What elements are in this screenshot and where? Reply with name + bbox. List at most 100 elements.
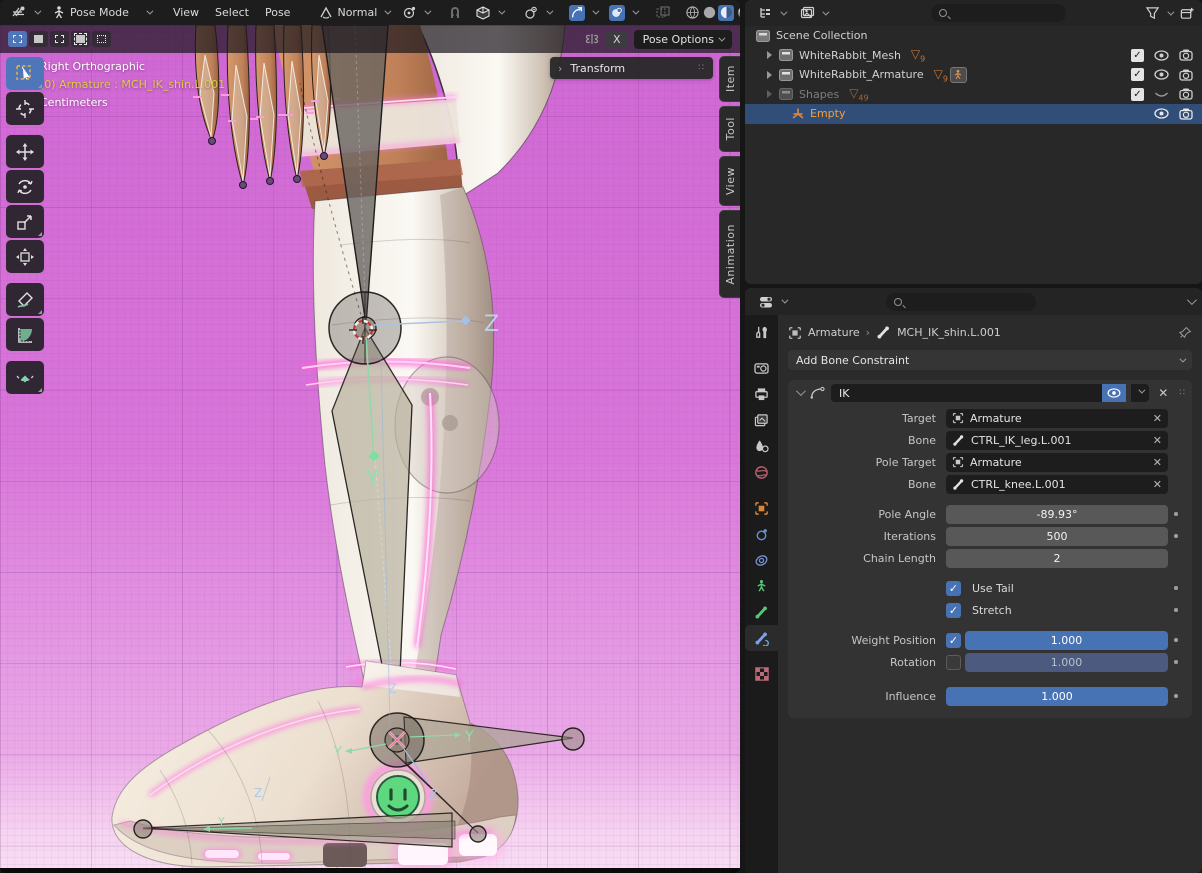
npanel-tab-tool[interactable]: Tool <box>719 106 740 152</box>
hide-eye-closed-icon[interactable] <box>1153 88 1169 101</box>
outliner-row-scene-collection[interactable]: Scene Collection <box>745 26 1202 46</box>
iterations-input[interactable]: 500 <box>946 527 1168 546</box>
weight-position-checkbox[interactable]: ✓ <box>946 633 961 648</box>
tab-armature-data[interactable] <box>745 573 778 599</box>
mode-dropdown[interactable]: Pose Mode <box>46 3 156 23</box>
rotation-checkbox[interactable] <box>946 655 961 670</box>
tab-world[interactable] <box>745 459 778 485</box>
render-camera-icon[interactable] <box>1178 49 1194 62</box>
proportional-editing-dropdown[interactable] <box>518 3 556 23</box>
properties-search-input[interactable] <box>886 293 1036 311</box>
expand-arrow-icon[interactable] <box>767 51 772 59</box>
menu-pose[interactable]: Pose <box>258 4 297 21</box>
pin-icon[interactable] <box>1179 326 1192 339</box>
snap-target-dropdown[interactable] <box>470 3 508 23</box>
tool-select-box[interactable] <box>6 57 44 90</box>
clear-icon[interactable]: ✕ <box>1153 478 1162 491</box>
knee-joint-widget[interactable] <box>329 292 401 364</box>
expand-arrow-icon[interactable] <box>767 90 772 98</box>
outliner-row-whiterabbit-armature[interactable]: WhiteRabbit_Armature ▽9 ✓ <box>745 65 1202 85</box>
pole-target-object-field[interactable]: Armature✕ <box>946 453 1168 472</box>
delete-constraint-button[interactable]: ✕ <box>1158 387 1168 399</box>
render-camera-icon[interactable] <box>1178 88 1194 101</box>
breadcrumb-object[interactable]: Armature <box>808 326 860 339</box>
select-mode-subtract[interactable] <box>50 31 69 47</box>
animate-decorator[interactable] <box>1168 534 1184 538</box>
add-bone-constraint-dropdown[interactable]: Add Bone Constraint <box>788 350 1192 370</box>
tab-output[interactable] <box>745 381 778 407</box>
outliner-row-whiterabbit-mesh[interactable]: WhiteRabbit_Mesh ▽9 ✓ <box>745 46 1202 66</box>
select-mode-intersect[interactable] <box>92 31 111 47</box>
viewport-canvas[interactable]: Z Y <box>0 25 740 873</box>
target-object-field[interactable]: Armature✕ <box>946 409 1168 428</box>
constraint-name-input[interactable]: IK <box>831 384 1102 402</box>
exclude-checkbox[interactable]: ✓ <box>1131 68 1144 81</box>
select-mode-extend[interactable] <box>29 31 48 47</box>
tool-annotate[interactable] <box>6 283 44 316</box>
outliner-search-input[interactable] <box>931 4 1066 22</box>
hide-eye-icon[interactable] <box>1153 49 1169 62</box>
pose-options-dropdown[interactable]: Pose Options <box>634 30 732 49</box>
chevron-down-icon[interactable] <box>1187 295 1197 305</box>
render-camera-icon[interactable] <box>1178 68 1194 81</box>
menu-select[interactable]: Select <box>208 4 256 21</box>
viewport-scene[interactable]: Z Y <box>0 25 740 873</box>
tab-texture[interactable] <box>745 661 778 687</box>
weight-position-slider[interactable]: 1.000 <box>965 631 1168 650</box>
tool-cursor[interactable] <box>6 92 44 125</box>
mirror-x-button[interactable]: X <box>606 31 628 48</box>
clear-icon[interactable]: ✕ <box>1153 456 1162 469</box>
tab-bone[interactable] <box>745 599 778 625</box>
exclude-checkbox[interactable]: ✓ <box>1131 49 1144 62</box>
tab-scene[interactable] <box>745 433 778 459</box>
outliner-editor-type-button[interactable] <box>752 3 790 23</box>
tab-physics[interactable] <box>745 521 778 547</box>
tool-transform[interactable] <box>6 240 44 273</box>
animate-decorator[interactable] <box>1168 660 1184 664</box>
show-overlays-toggle[interactable] <box>604 3 642 23</box>
x-mirror-icon[interactable] <box>584 32 600 46</box>
animate-decorator[interactable] <box>1168 586 1184 590</box>
constraint-enable-eye-button[interactable] <box>1102 384 1126 402</box>
shading-material-button[interactable] <box>718 5 734 21</box>
transform-orientation-dropdown[interactable]: Normal <box>313 3 394 23</box>
xray-toggle[interactable] <box>650 3 676 23</box>
tab-object-constraints[interactable] <box>745 547 778 573</box>
constraint-extras-dropdown[interactable] <box>1131 384 1149 402</box>
tab-tool[interactable] <box>745 319 778 345</box>
select-mode-invert[interactable] <box>71 31 90 47</box>
panel-collapse-icon[interactable] <box>796 386 806 396</box>
bone-field[interactable]: CTRL_IK_leg.L.001✕ <box>946 431 1168 450</box>
outliner-row-shapes[interactable]: Shapes ▽49 ✓ <box>745 85 1202 105</box>
tab-render[interactable] <box>745 355 778 381</box>
outliner-display-mode-button[interactable] <box>794 3 832 23</box>
snap-toggle[interactable] <box>442 3 468 23</box>
filter-icon[interactable] <box>1145 6 1160 20</box>
use-tail-checkbox[interactable]: ✓ <box>946 581 961 596</box>
select-mode-new[interactable] <box>8 31 27 47</box>
shading-solid-button[interactable] <box>701 5 717 21</box>
pole-bone-field[interactable]: CTRL_knee.L.001✕ <box>946 475 1168 494</box>
animate-decorator[interactable] <box>1168 608 1184 612</box>
npanel-tab-item[interactable]: Item <box>719 56 740 102</box>
tool-move[interactable] <box>6 135 44 168</box>
shading-rendered-button[interactable] <box>735 5 740 21</box>
new-collection-icon[interactable] <box>1179 6 1195 21</box>
show-gizmo-toggle[interactable] <box>564 3 602 23</box>
clear-icon[interactable]: ✕ <box>1153 434 1162 447</box>
animate-decorator[interactable] <box>1168 638 1184 642</box>
properties-editor-type-button[interactable] <box>753 292 791 312</box>
editor-type-button[interactable] <box>6 3 44 23</box>
tab-object[interactable] <box>745 495 778 521</box>
npanel-tab-view[interactable]: View <box>719 156 740 206</box>
npanel-transform-header[interactable]: › Transform ∷ <box>550 57 713 79</box>
expand-arrow-icon[interactable] <box>767 71 772 79</box>
tool-rotate[interactable] <box>6 170 44 203</box>
shading-wireframe-button[interactable] <box>684 5 700 21</box>
outliner-row-empty[interactable]: Empty <box>745 104 1202 124</box>
tab-bone-constraint[interactable] <box>745 625 778 651</box>
pole-angle-input[interactable]: -89.93° <box>946 505 1168 524</box>
tab-view-layer[interactable] <box>745 407 778 433</box>
exclude-checkbox[interactable]: ✓ <box>1131 88 1144 101</box>
npanel-tab-animation[interactable]: Animation <box>719 210 740 298</box>
